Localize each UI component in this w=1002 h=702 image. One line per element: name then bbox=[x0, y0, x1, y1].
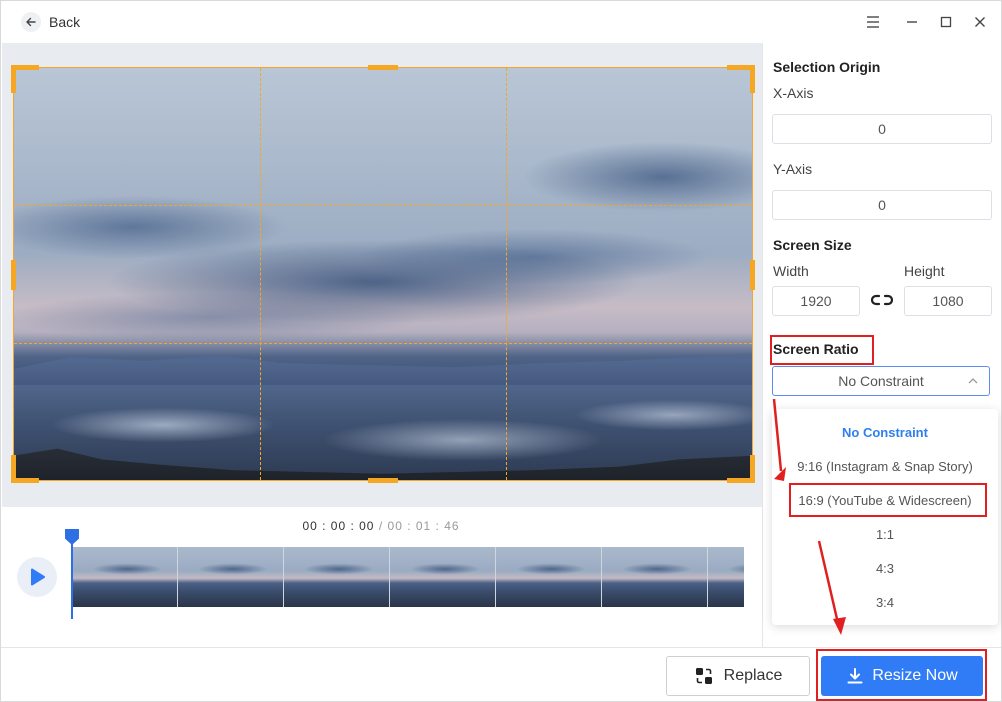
back-button[interactable]: Back bbox=[21, 11, 80, 33]
playhead-handle[interactable] bbox=[65, 529, 79, 545]
hamburger-icon bbox=[867, 16, 879, 28]
height-input[interactable]: 1080 bbox=[904, 286, 992, 316]
width-input[interactable]: 1920 bbox=[772, 286, 860, 316]
replace-label: Replace bbox=[723, 667, 783, 684]
minimize-icon bbox=[907, 21, 917, 23]
link-aspect-icon[interactable] bbox=[871, 293, 893, 307]
highlight-box bbox=[770, 335, 874, 365]
crop-handle-right[interactable] bbox=[750, 260, 755, 290]
close-button[interactable] bbox=[970, 12, 990, 32]
replace-icon bbox=[695, 668, 712, 684]
screen-ratio-dropdown: No Constraint 9:16 (Instagram & Snap Sto… bbox=[772, 409, 998, 625]
maximize-icon bbox=[940, 16, 952, 28]
crop-grid-line bbox=[505, 68, 507, 480]
ratio-option-no-constraint[interactable]: No Constraint bbox=[772, 415, 998, 449]
crop-handle-bottom-right[interactable] bbox=[750, 455, 755, 483]
playhead[interactable] bbox=[71, 535, 73, 619]
screen-size-title: Screen Size bbox=[773, 237, 852, 253]
crop-handle-top-left[interactable] bbox=[11, 65, 16, 93]
ratio-option-1-1[interactable]: 1:1 bbox=[772, 517, 998, 551]
y-axis-label: Y-Axis bbox=[773, 161, 813, 177]
video-resizer-window: Back 00: 00: 00 / 00: 01: 46 Selecti… bbox=[0, 0, 1002, 702]
crop-grid-line bbox=[14, 205, 752, 207]
filmstrip[interactable] bbox=[72, 547, 744, 607]
time-separator: / bbox=[378, 519, 384, 533]
x-axis-input[interactable]: 0 bbox=[772, 114, 992, 144]
height-label: Height bbox=[904, 263, 945, 279]
selection-origin-title: Selection Origin bbox=[773, 59, 881, 75]
play-icon bbox=[30, 568, 45, 586]
screen-ratio-value: No Constraint bbox=[838, 373, 924, 389]
crop-handle-bottom-left[interactable] bbox=[11, 455, 16, 483]
crop-handle-top-right[interactable] bbox=[750, 65, 755, 93]
y-axis-input[interactable]: 0 bbox=[772, 190, 992, 220]
crop-handle-bottom[interactable] bbox=[368, 478, 398, 483]
minimize-button[interactable] bbox=[902, 12, 922, 32]
menu-button[interactable] bbox=[863, 12, 883, 32]
width-label: Width bbox=[773, 263, 809, 279]
crop-grid-line bbox=[14, 342, 752, 344]
ratio-option-9-16[interactable]: 9:16 (Instagram & Snap Story) bbox=[772, 449, 998, 483]
crop-handle-left[interactable] bbox=[11, 260, 16, 290]
filmstrip-frame bbox=[72, 547, 178, 607]
total-duration: 00 : 01 : 46 bbox=[387, 519, 460, 533]
filmstrip-frame bbox=[496, 547, 602, 607]
close-icon bbox=[975, 17, 985, 27]
video-preview bbox=[2, 43, 762, 507]
arrow-left-icon bbox=[21, 12, 41, 32]
crop-selection[interactable] bbox=[11, 65, 755, 483]
crop-grid-line bbox=[259, 68, 261, 480]
highlight-box bbox=[816, 649, 987, 701]
replace-button[interactable]: Replace bbox=[666, 656, 810, 696]
screen-ratio-select[interactable]: No Constraint bbox=[772, 366, 990, 396]
filmstrip-frame bbox=[178, 547, 284, 607]
maximize-button[interactable] bbox=[936, 12, 956, 32]
current-time: 00 : 00 : 00 bbox=[302, 519, 375, 533]
chevron-up-icon bbox=[968, 378, 978, 384]
settings-panel: Selection Origin X-Axis 0 Y-Axis 0 Scree… bbox=[762, 43, 1001, 647]
crop-handle-top[interactable] bbox=[368, 65, 398, 70]
ratio-option-3-4[interactable]: 3:4 bbox=[772, 585, 998, 619]
title-bar: Back bbox=[1, 1, 1001, 43]
filmstrip-frame bbox=[708, 547, 744, 607]
ratio-option-4-3[interactable]: 4:3 bbox=[772, 551, 998, 585]
filmstrip-frame bbox=[602, 547, 708, 607]
filmstrip-frame bbox=[284, 547, 390, 607]
filmstrip-frame bbox=[390, 547, 496, 607]
highlight-box bbox=[789, 483, 987, 517]
x-axis-label: X-Axis bbox=[773, 85, 814, 101]
back-label: Back bbox=[49, 14, 81, 30]
play-button[interactable] bbox=[17, 557, 57, 597]
time-display: 00 : 00 : 00 / 00 : 01 : 46 bbox=[301, 519, 461, 533]
